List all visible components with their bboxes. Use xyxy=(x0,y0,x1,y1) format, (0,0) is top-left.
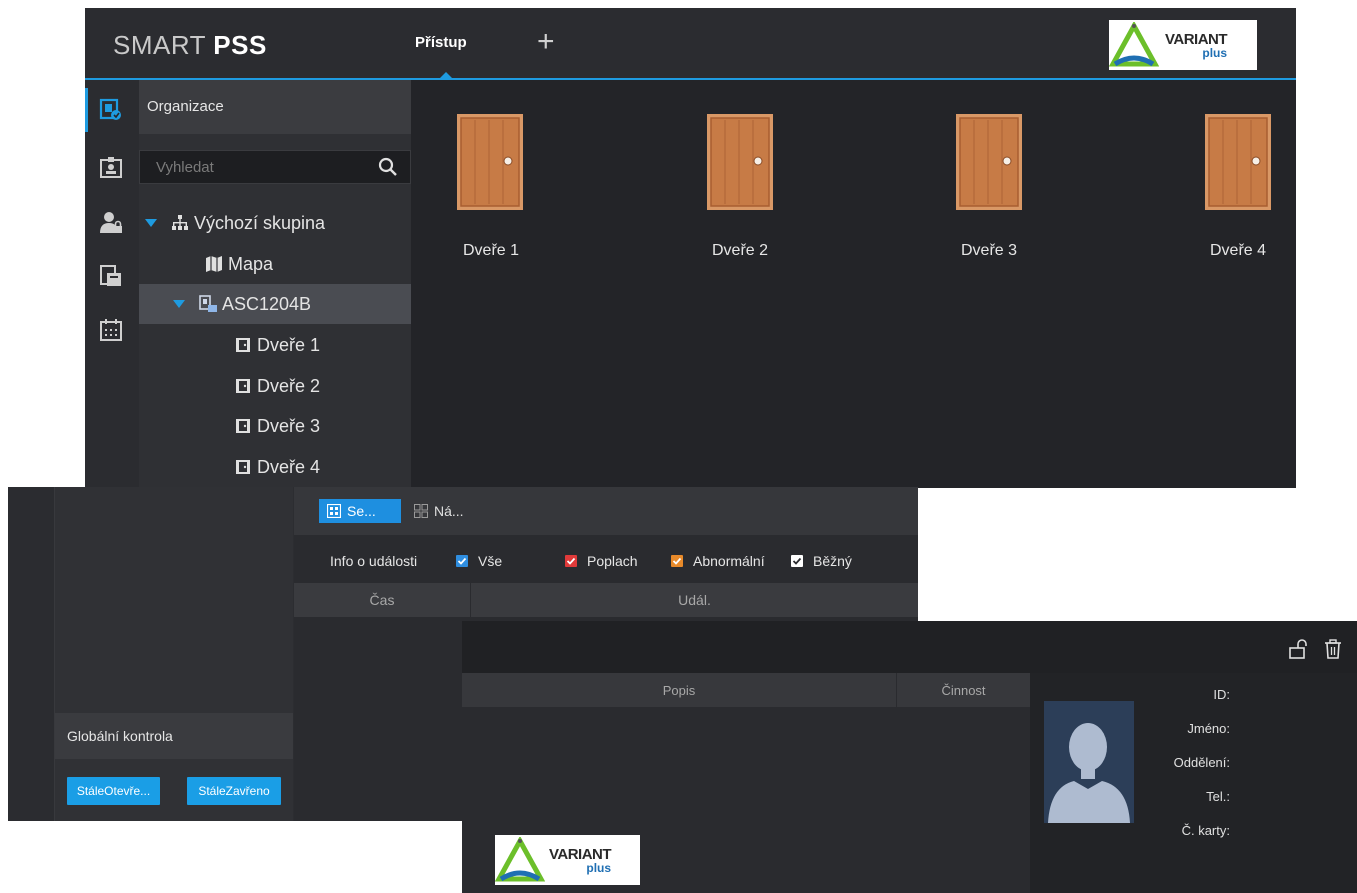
event-filter-row: Info o události Vše Poplach Abnormální B… xyxy=(294,535,918,583)
group-tree-icon xyxy=(171,214,189,232)
door-icon xyxy=(457,114,523,210)
main-window: SMART PSS Přístup + VARIANT plus Organiz… xyxy=(85,8,1296,488)
door-label: Dveře 3 xyxy=(961,242,1018,259)
checkmark-icon xyxy=(565,555,577,567)
left-strip xyxy=(8,487,55,821)
tab-pristup[interactable]: Přístup xyxy=(415,34,467,51)
tree-item-map[interactable]: Mapa xyxy=(139,244,411,284)
column-description: Popis xyxy=(662,683,696,698)
organization-header: Organizace xyxy=(139,80,411,134)
always-open-button[interactable]: StáleOtevře... xyxy=(67,777,160,805)
filter-all-checkbox[interactable]: Vše xyxy=(456,553,502,569)
tree-item-label: ASC1204B xyxy=(222,293,312,314)
checkmark-icon xyxy=(671,555,683,567)
tree-item-label: Výchozí skupina xyxy=(194,212,326,233)
details-window: Popis Činnost ID: Jméno: Oddělení: Tel.:… xyxy=(462,621,1357,893)
tree-item-label: Mapa xyxy=(228,253,274,274)
person-info-panel: ID: Jméno: Oddělení: Tel.: Č. karty: xyxy=(1030,673,1357,893)
access-console-icon[interactable] xyxy=(97,96,125,124)
global-control-panel: Globální kontrola StáleOtevře... StáleZa… xyxy=(55,487,293,821)
map-icon xyxy=(205,255,223,273)
tab-event-grid[interactable]: Se... xyxy=(319,499,401,523)
checkmark-icon xyxy=(456,555,468,567)
rail-active-indicator xyxy=(85,88,88,132)
door-card-4[interactable]: Dveře 4 xyxy=(1159,114,1296,264)
expand-caret-icon[interactable] xyxy=(173,300,185,308)
column-action: Činnost xyxy=(941,683,986,698)
organization-panel: Organizace Výchozí skupina Mapa ASC1204B… xyxy=(139,80,411,488)
door-icon xyxy=(956,114,1022,210)
avatar xyxy=(1044,701,1134,823)
device-icon xyxy=(199,295,217,313)
tab-event-list[interactable]: Ná... xyxy=(414,499,484,523)
unlock-icon[interactable] xyxy=(1288,639,1308,659)
global-control-label: Globální kontrola xyxy=(67,728,173,744)
door-label: Dveře 2 xyxy=(712,242,769,259)
label-name: Jméno: xyxy=(1187,721,1230,736)
checkmark-icon xyxy=(791,555,803,567)
events-table-header: Čas Udál. xyxy=(294,583,918,617)
door-card-3[interactable]: Dveře 3 xyxy=(910,114,1030,264)
personnel-card-icon[interactable] xyxy=(97,154,125,182)
schedule-calendar-icon[interactable] xyxy=(97,316,125,344)
search-input[interactable] xyxy=(156,157,366,177)
event-info-label: Info o události xyxy=(330,553,418,569)
top-bar: SMART PSS Přístup + VARIANT plus xyxy=(85,8,1296,80)
tree-item-door-3[interactable]: Dveře 3 xyxy=(139,406,411,446)
tiles-icon xyxy=(414,504,428,518)
icon-rail xyxy=(85,80,139,488)
person-silhouette-icon xyxy=(1044,701,1134,823)
door-card-1[interactable]: Dveře 1 xyxy=(411,114,531,264)
add-tab-button[interactable]: + xyxy=(537,27,555,57)
tree-item-label: Dveře 1 xyxy=(257,334,321,355)
search-box xyxy=(139,150,411,184)
label-id: ID: xyxy=(1213,687,1230,702)
door-small-icon xyxy=(234,377,252,395)
filter-abnormal-checkbox[interactable]: Abnormální xyxy=(671,553,765,569)
organization-title: Organizace xyxy=(147,98,224,115)
expand-caret-icon[interactable] xyxy=(145,219,157,227)
details-table-header: Popis Činnost xyxy=(462,673,1030,707)
tree-item-default-group[interactable]: Výchozí skupina xyxy=(139,203,411,243)
column-event: Udál. xyxy=(678,592,711,608)
door-label: Dveře 1 xyxy=(463,242,520,259)
logo-mark-icon xyxy=(495,837,545,882)
tree-item-label: Dveře 4 xyxy=(257,456,321,477)
tree-item-asc1204b[interactable]: ASC1204B xyxy=(139,284,411,324)
search-icon[interactable] xyxy=(378,157,398,177)
doors-view: Dveře 1 Dveře 2 Dveře 3 Dveře 4 xyxy=(411,80,1296,488)
grid-icon xyxy=(327,504,341,518)
door-small-icon xyxy=(234,336,252,354)
always-closed-button[interactable]: StáleZavřeno xyxy=(187,777,281,805)
door-icon xyxy=(707,114,773,210)
door-small-icon xyxy=(234,417,252,435)
tree-item-label: Dveře 3 xyxy=(257,415,321,436)
tree-item-label: Dveře 2 xyxy=(257,375,321,396)
door-icon xyxy=(1205,114,1271,210)
variant-plus-logo: VARIANT plus xyxy=(495,835,640,885)
column-time: Čas xyxy=(369,592,395,608)
tree-item-door-1[interactable]: Dveře 1 xyxy=(139,325,411,365)
label-phone: Tel.: xyxy=(1206,789,1230,804)
trash-icon[interactable] xyxy=(1324,639,1342,659)
app-title: SMART PSS xyxy=(113,30,267,60)
tree-item-door-2[interactable]: Dveře 2 xyxy=(139,366,411,406)
logo-mark-icon xyxy=(1109,22,1159,67)
tree-item-door-4[interactable]: Dveře 4 xyxy=(139,447,411,487)
events-tabs: Se... Ná... xyxy=(294,487,918,535)
filter-normal-checkbox[interactable]: Běžný xyxy=(791,553,852,569)
door-card-2[interactable]: Dveře 2 xyxy=(661,114,781,264)
door-label: Dveře 4 xyxy=(1210,242,1267,259)
filter-alarm-checkbox[interactable]: Poplach xyxy=(565,553,638,569)
label-department: Oddělení: xyxy=(1173,755,1230,770)
door-small-icon xyxy=(234,458,252,476)
details-toolbar xyxy=(462,621,1357,673)
user-lock-icon[interactable] xyxy=(97,208,125,236)
label-card-number: Č. karty: xyxy=(1181,823,1230,838)
door-config-icon[interactable] xyxy=(97,262,125,290)
variant-plus-logo: VARIANT plus xyxy=(1109,20,1257,70)
